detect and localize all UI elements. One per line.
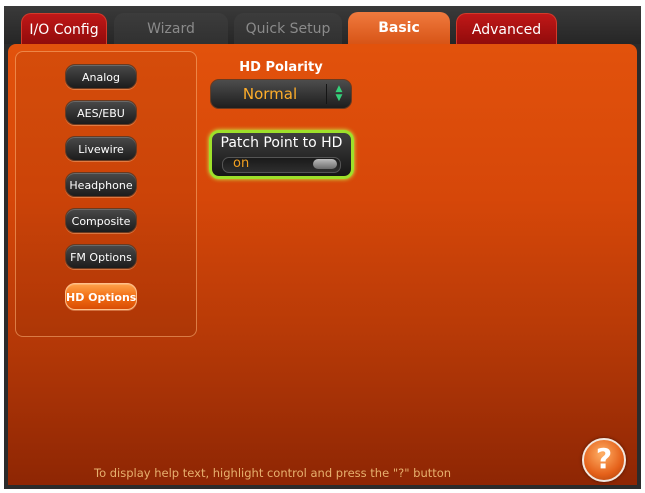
sidebar-item-aes-ebu[interactable]: AES/EBU xyxy=(65,100,137,125)
tab-basic[interactable]: Basic xyxy=(348,12,450,46)
patch-point-label: Patch Point to HD xyxy=(220,135,343,151)
hd-polarity-value: Normal xyxy=(242,85,298,103)
tab-wizard[interactable]: Wizard xyxy=(114,13,228,46)
tab-advanced[interactable]: Advanced xyxy=(456,13,557,46)
up-down-arrows-icon: ▲ ▼ xyxy=(335,84,343,103)
toggle-knob[interactable] xyxy=(313,159,337,169)
help-hint-text: To display help text, highlight control … xyxy=(94,466,452,480)
sidebar-item-hd-options[interactable]: HD Options xyxy=(65,283,137,310)
help-button[interactable]: ? xyxy=(582,438,626,482)
hd-polarity-select[interactable]: Normal ▲ ▼ xyxy=(210,79,352,109)
patch-point-toggle[interactable]: Patch Point to HD on xyxy=(209,130,354,179)
tab-io-config[interactable]: I/O Config xyxy=(21,13,107,46)
sidebar-item-analog[interactable]: Analog xyxy=(65,64,137,89)
sidebar-item-headphone[interactable]: Headphone xyxy=(65,172,137,197)
tab-bar: I/O Config Wizard Quick Setup Basic Adva… xyxy=(4,6,641,46)
hd-polarity-label: HD Polarity xyxy=(239,60,323,75)
toggle-state: on xyxy=(233,156,250,171)
question-mark-icon: ? xyxy=(595,442,613,475)
tab-quick-setup[interactable]: Quick Setup xyxy=(234,13,342,46)
basic-panel: Analog AES/EBU Livewire Headphone Compos… xyxy=(8,44,637,485)
sidebar-item-livewire[interactable]: Livewire xyxy=(65,136,137,161)
app-frame: I/O Config Wizard Quick Setup Basic Adva… xyxy=(4,6,641,489)
sidebar-item-composite[interactable]: Composite xyxy=(65,208,137,233)
toggle-track: on xyxy=(222,156,341,173)
select-divider xyxy=(326,84,327,104)
sidebar-item-fm-options[interactable]: FM Options xyxy=(65,244,137,269)
